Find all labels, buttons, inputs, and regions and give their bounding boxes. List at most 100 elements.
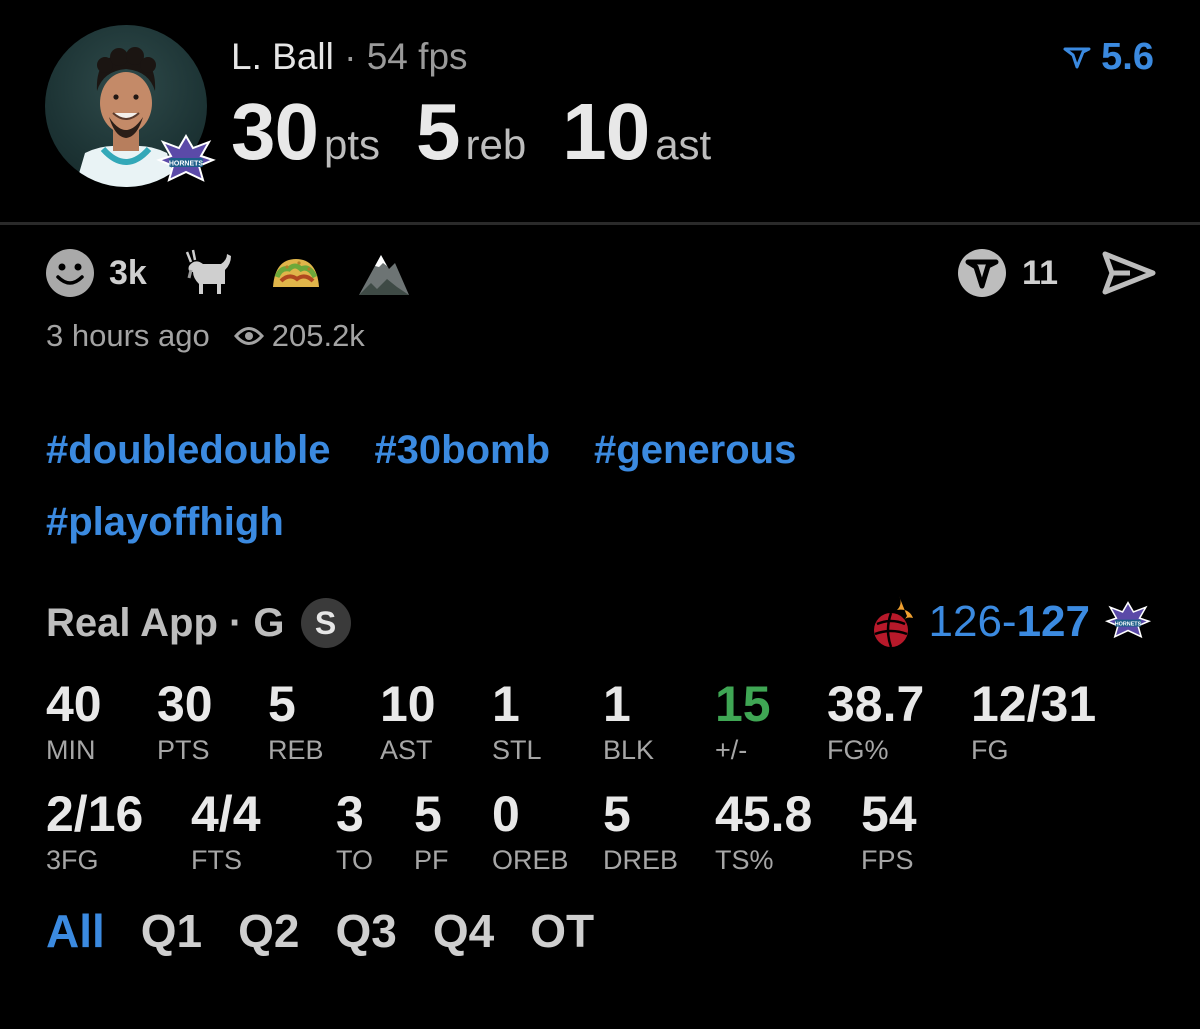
heat-logo-icon [873, 596, 913, 648]
comment-icon[interactable] [956, 247, 1008, 299]
rating-badge[interactable]: 5.6 [1063, 36, 1154, 79]
comment-count: 11 [1022, 253, 1058, 292]
stat-value: 10 [380, 676, 436, 732]
stat-stl: 1 STL [492, 676, 542, 766]
smiley-icon [46, 249, 94, 297]
stat-plus-minus: 15 +/- [715, 676, 771, 766]
rating-value: 5.6 [1101, 36, 1154, 78]
send-icon[interactable] [1102, 250, 1156, 296]
score-text: 126-127 [929, 597, 1091, 647]
stat-value: 4/4 [191, 786, 261, 842]
hashtag-link[interactable]: #playoffhigh [46, 486, 284, 558]
tab-ot[interactable]: OT [530, 904, 594, 958]
stat-label: FTS [191, 845, 242, 875]
period-tabs: All Q1 Q2 Q3 Q4 OT [46, 904, 630, 958]
stat-dreb: 5 DREB [603, 786, 678, 876]
stat-fps: 54 FPS [861, 786, 917, 876]
hornets-logo-text: HORNETS [169, 161, 204, 168]
stat-label: FG [971, 735, 1009, 765]
stat-fg: 12/31 FG [971, 676, 1096, 766]
stat-label: TS% [715, 845, 774, 875]
player-name[interactable]: L. Ball [231, 36, 334, 77]
stat-value: 15 [715, 676, 771, 732]
stat-label: FPS [861, 845, 914, 875]
stat-label: 3FG [46, 845, 99, 875]
stat-ast: 10 AST [380, 676, 436, 766]
stat-label: STL [492, 735, 542, 765]
name-separator: · [344, 36, 357, 77]
stat-3fg: 2/16 3FG [46, 786, 143, 876]
stat-value: 1 [492, 676, 520, 732]
score-dash: - [1001, 597, 1017, 646]
mountain-reaction[interactable] [357, 249, 411, 297]
headline-assists-value: 10 [562, 87, 650, 176]
post-meta: 3 hours ago 205.2k [46, 318, 365, 354]
stat-fts: 4/4 FTS [191, 786, 261, 876]
tab-q1[interactable]: Q1 [141, 904, 202, 958]
stat-value: 38.7 [827, 676, 925, 732]
goat-reaction[interactable] [181, 248, 235, 298]
headline-points-value: 30 [231, 87, 319, 176]
mountain-icon [358, 255, 409, 295]
stat-fg-pct: 38.7 FG% [827, 676, 924, 766]
eye-icon [233, 327, 264, 345]
headline-points-unit: pts [323, 121, 381, 168]
stat-label: BLK [603, 735, 655, 765]
post-time: 3 hours ago [46, 318, 210, 353]
away-score: 126 [928, 597, 1002, 646]
headline-assists-unit: ast [655, 121, 712, 168]
stat-label: AST [380, 735, 433, 765]
stat-value: 5 [603, 786, 631, 842]
s-badge: S [300, 598, 351, 648]
stat-value: 5 [414, 786, 442, 842]
tab-q3[interactable]: Q3 [336, 904, 397, 958]
hornets-logo-icon: HORNETS [1104, 601, 1152, 639]
view-count-value: 205.2k [271, 318, 365, 353]
tab-q4[interactable]: Q4 [433, 904, 494, 958]
stat-value: 54 [861, 786, 917, 842]
stat-value: 30 [157, 676, 213, 732]
stat-label: REB [268, 735, 324, 765]
stat-label: OREB [492, 845, 569, 875]
stat-to: 3 TO [336, 786, 373, 876]
tab-q2[interactable]: Q2 [238, 904, 299, 958]
tab-all[interactable]: All [46, 904, 105, 958]
hashtag-list: #doubledouble #30bomb #generous #playoffhig… [46, 414, 1046, 558]
stat-pf: 5 PF [414, 786, 449, 876]
stat-value: 5 [268, 676, 296, 732]
stat-label: TO [336, 845, 374, 875]
headline-rebounds-value: 5 [416, 87, 460, 176]
taco-reaction[interactable] [269, 253, 323, 293]
stat-label: FG% [827, 735, 889, 765]
game-source-label[interactable]: Real App · G [46, 601, 285, 646]
player-header: HORNETS L. Ball · 54 fps 30 pts 5 reb 10 ast … [0, 0, 1200, 224]
home-score: 127 [1016, 597, 1090, 646]
reaction-count: 3k [109, 253, 147, 292]
stat-value: 12/31 [971, 676, 1097, 732]
hornets-logo-icon: HORNETS [155, 130, 217, 192]
stat-reb: 5 REB [268, 676, 324, 766]
headline-rebounds-unit: reb [465, 121, 527, 168]
headline-statline: 30 pts 5 reb 10 ast [231, 86, 747, 178]
hornets-logo-text: HORNETS [1115, 621, 1142, 627]
view-count: 205.2k [233, 318, 365, 354]
stat-blk: 1 BLK [603, 676, 654, 766]
stat-value: 3 [336, 786, 364, 842]
hashtag-link[interactable]: #doubledouble [46, 414, 330, 486]
hashtag-link[interactable]: #30bomb [374, 414, 550, 486]
smiley-reaction[interactable]: 3k [45, 248, 147, 298]
reaction-bar: 3k [45, 246, 445, 300]
hashtag-link[interactable]: #generous [594, 414, 796, 486]
stat-pts: 30 PTS [157, 676, 213, 766]
post-actions: 11 [956, 246, 1156, 300]
taco-icon [272, 259, 319, 287]
stat-label: DREB [603, 845, 679, 875]
stat-label: PF [414, 845, 449, 875]
stat-value: 2/16 [46, 786, 144, 842]
game-score[interactable]: 126-127 HORNETS [869, 594, 1153, 650]
stat-ts-pct: 45.8 TS% [715, 786, 812, 876]
stat-value: 1 [603, 676, 631, 732]
stat-label: +/- [715, 735, 748, 765]
stat-label: PTS [157, 735, 210, 765]
stat-value: 40 [46, 676, 102, 732]
